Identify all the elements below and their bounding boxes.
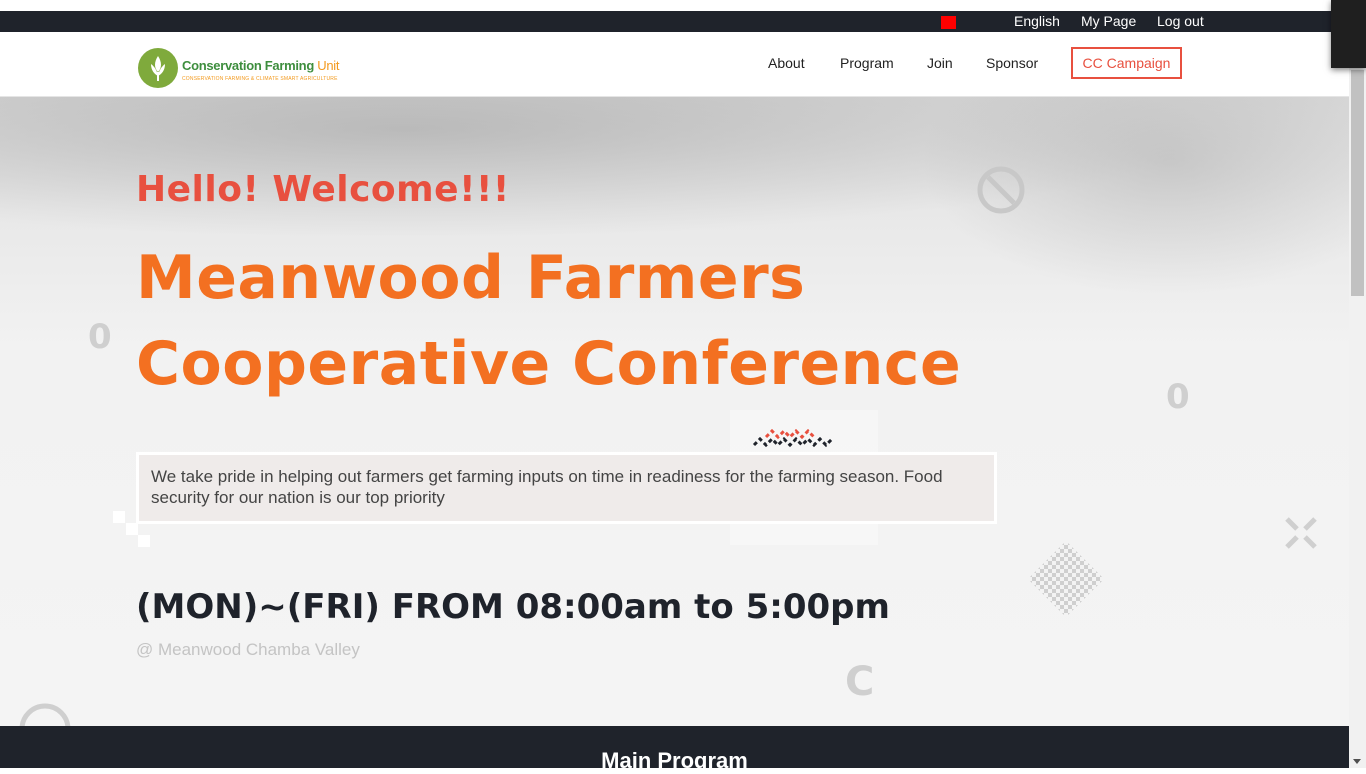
scroll-down-icon[interactable] (1353, 759, 1361, 764)
hero-location: @ Meanwood Chamba Valley (136, 640, 360, 659)
deco-circle-icon (19, 703, 71, 726)
logout-link[interactable]: Log out (1157, 13, 1204, 29)
main-program-section: Main Program (0, 726, 1349, 773)
utility-bar: English My Page Log out (0, 11, 1349, 32)
overlay-panel (1331, 0, 1366, 68)
nav-about[interactable]: About (768, 55, 805, 71)
site-logo[interactable]: Conservation Farming Unit CONSERVATION F… (138, 48, 348, 90)
logo-brand-main: Conservation Farming (182, 58, 314, 73)
deco-square (138, 535, 150, 547)
page-scrollbar[interactable] (1349, 0, 1366, 768)
deco-cross-icon (1285, 517, 1317, 549)
hero-section: 0 0 C Hello! Welcome!!! Meanwood Farmers… (0, 97, 1349, 726)
deco-zero-right-icon: 0 (1166, 377, 1190, 417)
no-dollar-icon (977, 166, 1025, 214)
hero-headline-line-1: Meanwood Farmers (136, 243, 806, 313)
hero-headline-line-2: Cooperative Conference (136, 329, 962, 399)
deco-zero-icon: 0 (88, 317, 112, 357)
deco-square (113, 511, 125, 523)
hero-headline: Meanwood Farmers Cooperative Conference (136, 235, 1036, 407)
language-link[interactable]: English (1014, 13, 1060, 29)
cc-campaign-button[interactable]: CC Campaign (1071, 47, 1182, 79)
deco-diamond-pattern-icon (1028, 541, 1104, 617)
nav-join[interactable]: Join (927, 55, 953, 71)
nav-program[interactable]: Program (840, 55, 894, 71)
flag-icon[interactable] (941, 16, 956, 29)
top-strip (0, 0, 1349, 11)
wheat-icon (151, 56, 165, 81)
hero-hours: (MON)~(FRI) FROM 08:00am to 5:00pm (136, 587, 890, 627)
deco-c-icon: C (845, 659, 875, 705)
nav-sponsor[interactable]: Sponsor (986, 55, 1038, 71)
my-page-link[interactable]: My Page (1081, 13, 1136, 29)
main-program-title: Main Program (601, 748, 748, 773)
deco-zigzag-icon (752, 429, 834, 448)
logo-brand: Conservation Farming Unit (182, 58, 340, 73)
hero-greeting: Hello! Welcome!!! (136, 169, 510, 210)
scrollbar-thumb[interactable] (1351, 70, 1364, 296)
deco-square (126, 523, 138, 535)
logo-brand-unit: Unit (317, 58, 340, 73)
main-navbar: Conservation Farming Unit CONSERVATION F… (0, 32, 1349, 97)
logo-tagline: CONSERVATION FARMING & CLIMATE SMART AGR… (182, 76, 338, 82)
hero-description: We take pride in helping out farmers get… (136, 452, 997, 524)
